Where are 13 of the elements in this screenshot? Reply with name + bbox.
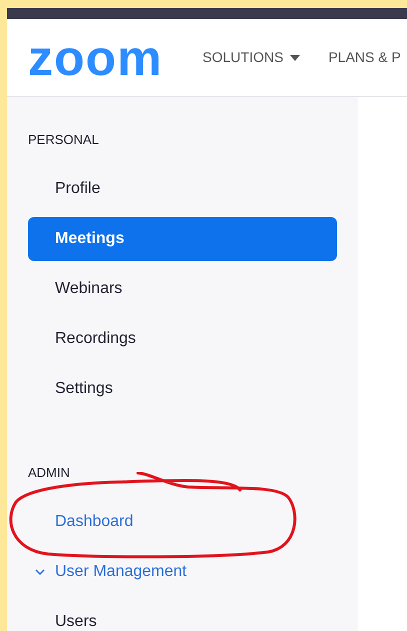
sidebar-item[interactable]: Settings	[28, 367, 337, 411]
sidebar-item[interactable]: Meetings	[28, 217, 337, 261]
caret-down-icon	[290, 54, 300, 60]
sidebar-item[interactable]: User Management	[28, 550, 337, 594]
nav-link[interactable]: PLANS & P	[328, 47, 401, 68]
sidebar-item[interactable]: Dashboard	[28, 500, 337, 544]
sidebar-item[interactable]: Users	[28, 600, 337, 631]
section-heading: ADMIN	[28, 464, 71, 482]
sidebar-item[interactable]: Profile	[28, 167, 337, 211]
section-heading: PERSONAL	[28, 131, 100, 150]
nav-link[interactable]: SOLUTIONS	[202, 47, 300, 68]
sidebar-item[interactable]: Webinars	[28, 267, 337, 311]
sidebar-item[interactable]: Recordings	[28, 317, 337, 361]
